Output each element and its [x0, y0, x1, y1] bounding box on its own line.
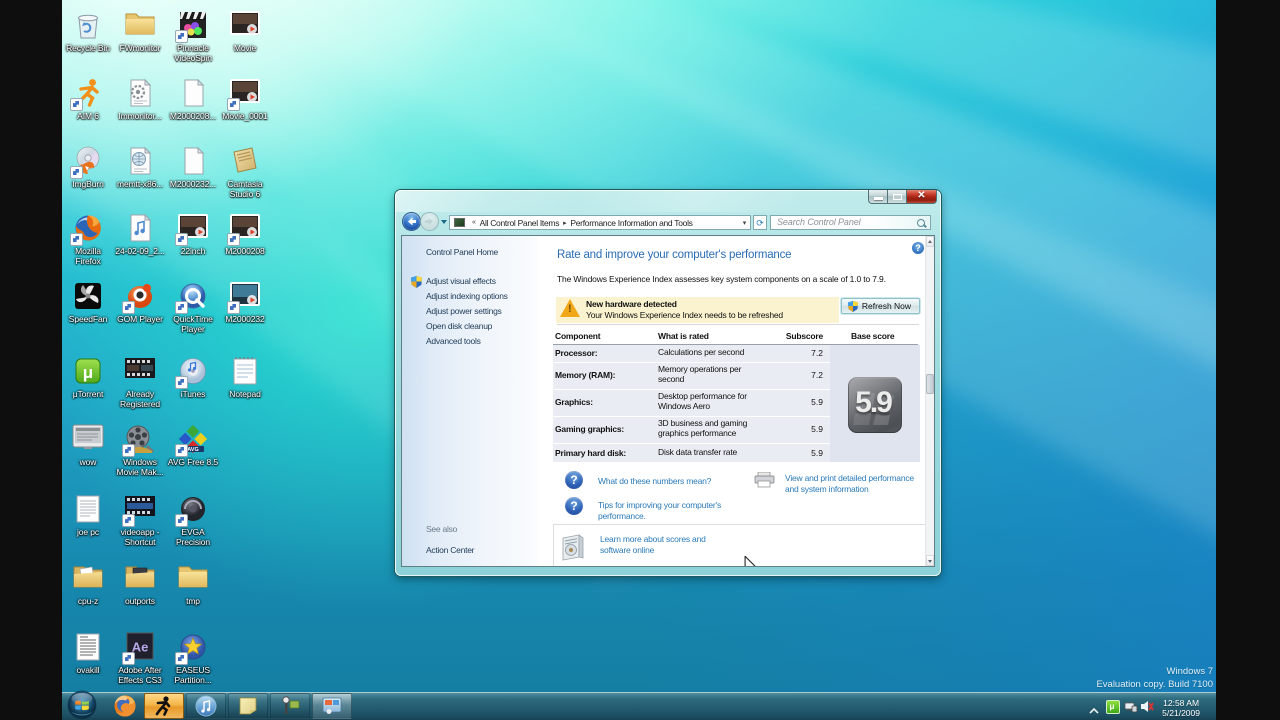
- svg-text:AVG: AVG: [187, 447, 199, 453]
- svg-text:μ: μ: [1110, 702, 1115, 711]
- svg-text:μ: μ: [83, 363, 93, 382]
